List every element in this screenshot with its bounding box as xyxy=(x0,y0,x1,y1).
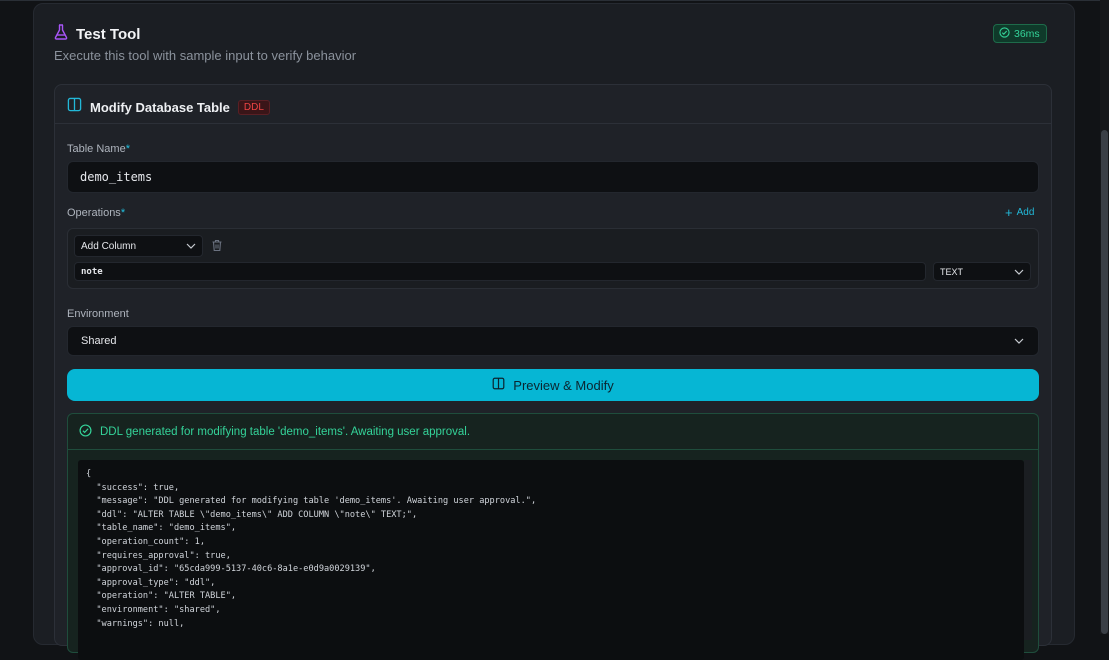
panel-title: Modify Database Table xyxy=(90,99,230,115)
columns-icon xyxy=(492,377,505,393)
required-mark: * xyxy=(120,207,126,219)
json-output[interactable]: { "success": true, "message": "DDL gener… xyxy=(78,460,1024,660)
json-line: "warnings": null, xyxy=(86,618,185,629)
chevron-down-icon xyxy=(1014,267,1024,277)
result-divider xyxy=(68,449,1038,450)
result-message: DDL generated for modifying table 'demo_… xyxy=(79,424,470,440)
json-line: "success": true, xyxy=(86,482,180,493)
column-name-input[interactable]: note xyxy=(74,262,926,281)
json-line: "ddl": "ALTER TABLE \"demo_items\" ADD C… xyxy=(86,509,418,520)
environment-select[interactable]: Shared xyxy=(67,326,1039,356)
chevron-down-icon xyxy=(1014,335,1024,347)
table-name-value: demo_items xyxy=(80,170,153,184)
table-name-label: Table Name* xyxy=(67,143,130,155)
plus-icon: + xyxy=(1005,204,1013,220)
environment-value: Shared xyxy=(81,335,117,347)
column-type-value: TEXT xyxy=(940,266,964,277)
json-line: "requires_approval": true, xyxy=(86,550,231,561)
json-line: { xyxy=(86,469,92,479)
environment-label: Environment xyxy=(67,308,129,320)
table-name-label-text: Table Name xyxy=(67,143,126,155)
chevron-down-icon xyxy=(186,241,196,252)
json-line: "approval_id": "65cda999-5137-40c6-8a1e-… xyxy=(86,564,376,575)
json-line: "environment": "shared", xyxy=(86,604,221,615)
json-line: "message": "DDL generated for modifying … xyxy=(86,496,537,507)
page-scrollbar-thumb[interactable] xyxy=(1101,130,1108,634)
preview-modify-button[interactable]: Preview & Modify xyxy=(67,369,1039,401)
operations-label: Operations* xyxy=(67,207,125,219)
execution-time: 36ms xyxy=(1014,27,1040,40)
trash-icon[interactable] xyxy=(211,239,223,257)
operation-type-value: Add Column xyxy=(81,240,137,252)
column-name-value: note xyxy=(81,266,103,277)
add-operation-label: Add xyxy=(1016,207,1035,218)
check-circle-icon xyxy=(79,424,92,440)
execution-time-badge: 36ms xyxy=(993,24,1047,43)
column-type-select[interactable]: TEXT xyxy=(933,262,1031,281)
code-scrollbar[interactable] xyxy=(1024,460,1032,640)
ddl-badge: DDL xyxy=(237,99,270,115)
json-line: "operation": "ALTER TABLE", xyxy=(86,591,237,602)
result-message-text: DDL generated for modifying table 'demo_… xyxy=(100,426,471,438)
json-line: "operation_count": 1, xyxy=(86,536,205,547)
flask-icon xyxy=(54,24,68,45)
columns-icon xyxy=(67,97,82,117)
add-operation-button[interactable]: + Add xyxy=(1005,204,1035,220)
panel-divider xyxy=(55,123,1051,124)
check-circle-icon xyxy=(999,26,1010,41)
page-title: Test Tool xyxy=(76,26,141,43)
operations-label-text: Operations xyxy=(67,207,121,219)
required-mark: * xyxy=(125,143,130,155)
table-name-input[interactable]: demo_items xyxy=(67,161,1039,193)
operation-type-select[interactable]: Add Column xyxy=(74,235,203,257)
test-tool-header: Test Tool xyxy=(54,24,140,45)
preview-modify-label: Preview & Modify xyxy=(513,377,614,393)
page-subtitle: Execute this tool with sample input to v… xyxy=(54,48,357,63)
json-line: "approval_type": "ddl", xyxy=(86,577,216,588)
json-line: "table_name": "demo_items", xyxy=(86,523,237,534)
window-top-border xyxy=(0,0,1109,1)
panel-header: Modify Database Table DDL xyxy=(67,97,270,117)
